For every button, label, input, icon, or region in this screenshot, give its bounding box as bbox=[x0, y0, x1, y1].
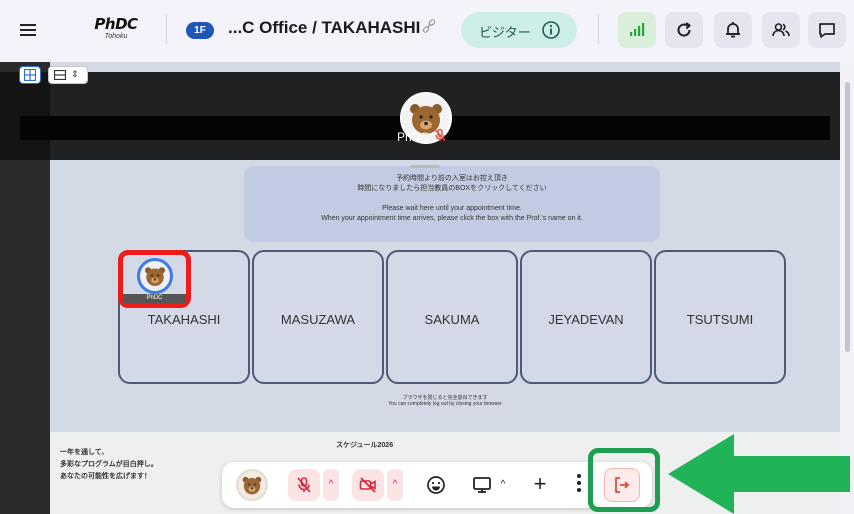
grid-view-button[interactable] bbox=[19, 66, 41, 84]
chat-button[interactable] bbox=[808, 12, 846, 48]
avatar-label: PhDC bbox=[123, 294, 186, 303]
chat-icon bbox=[819, 23, 835, 38]
notice-text: Please wait here until your appointment … bbox=[382, 205, 522, 212]
divider bbox=[598, 14, 599, 44]
professor-tiles: TAKAHASHI MASUZAWA SAKUMA JEYADEVAN TSUT… bbox=[118, 250, 838, 384]
add-button[interactable]: + bbox=[524, 469, 556, 501]
schedule-title: スケジュール2026 bbox=[336, 442, 394, 449]
notice-text: When your appointment time arrives, plea… bbox=[321, 215, 583, 222]
camera-toggle-button[interactable] bbox=[352, 469, 384, 501]
professor-box-masuzawa[interactable]: MASUZAWA bbox=[252, 250, 384, 384]
smile-icon bbox=[427, 476, 445, 494]
notice-text: 予約時間より前の入室はお控え頂き bbox=[396, 175, 508, 182]
highlight-red-box: PhDC bbox=[118, 250, 191, 308]
more-options-icon[interactable] bbox=[576, 474, 582, 496]
mic-off-icon bbox=[433, 128, 447, 147]
camera-off-icon bbox=[359, 477, 376, 493]
logo-sub: Tohoku bbox=[104, 33, 128, 40]
bear-avatar-icon bbox=[145, 267, 165, 286]
green-arrow-icon bbox=[668, 434, 850, 514]
hamburger-menu-icon[interactable] bbox=[20, 24, 36, 36]
camera-options-button[interactable]: ^ bbox=[387, 469, 403, 501]
link-icon[interactable] bbox=[421, 18, 437, 39]
reload-button[interactable] bbox=[665, 12, 703, 48]
signal-button[interactable] bbox=[618, 12, 656, 48]
scrollbar[interactable] bbox=[845, 82, 850, 352]
notification-button[interactable] bbox=[714, 12, 752, 48]
self-name: PhDC bbox=[397, 130, 430, 144]
professor-name: MASUZAWA bbox=[280, 312, 356, 327]
promo-line: 多彩なプログラムが目白押し。 bbox=[60, 461, 158, 468]
bear-avatar-icon bbox=[242, 476, 262, 495]
professor-box-jeyadevan[interactable]: JEYADEVAN bbox=[520, 250, 652, 384]
divider bbox=[166, 14, 167, 44]
reload-icon bbox=[677, 22, 692, 37]
mic-options-button[interactable]: ^ bbox=[323, 469, 339, 501]
people-icon bbox=[772, 23, 790, 37]
highlight-green-box bbox=[588, 448, 660, 512]
top-toolbar: PhDC Tohoku 1F ...C Office / TAKAHASHI ビ… bbox=[0, 0, 854, 62]
monitor-icon bbox=[473, 477, 491, 493]
notice-text: 時間になりましたら担当教員のBOXをクリックしてください bbox=[357, 185, 547, 192]
visitor-label: ビジター bbox=[479, 25, 531, 40]
professor-name: TSUTSUMI bbox=[686, 312, 754, 327]
promo-text: 一年を通して、 多彩なプログラムが目白押し。 あなたの可能性を広げます！ bbox=[60, 447, 158, 483]
layout-select[interactable]: ⇕ bbox=[48, 66, 88, 84]
visitor-button[interactable]: ビジター bbox=[461, 12, 577, 48]
signal-icon bbox=[630, 23, 645, 36]
screen-share-button[interactable] bbox=[466, 469, 498, 501]
professor-box-sakuma[interactable]: SAKUMA bbox=[386, 250, 518, 384]
floor-badge: 1F bbox=[186, 22, 214, 39]
bell-icon bbox=[726, 22, 740, 38]
participant-overlay: PhDC bbox=[0, 72, 840, 168]
professor-name: JEYADEVAN bbox=[548, 312, 624, 327]
grid-icon bbox=[24, 69, 36, 81]
promo-line: あなたの可能性を広げます！ bbox=[60, 473, 151, 480]
layout-icon bbox=[54, 70, 66, 80]
logo-main: PhDC bbox=[94, 15, 138, 33]
logo: PhDC Tohoku bbox=[86, 17, 146, 41]
logout-note: You can completely log out by closing yo… bbox=[388, 401, 502, 407]
professor-box-tsutsumi[interactable]: TSUTSUMI bbox=[654, 250, 786, 384]
promo-line: 一年を通して、 bbox=[60, 449, 109, 456]
notice-box: 予約時間より前の入室はお控え頂き 時間になりましたら担当教員のBOXをクリックし… bbox=[244, 166, 660, 242]
logout-note: ブラウザを閉じると完全退出できます bbox=[402, 395, 488, 401]
drag-handle[interactable] bbox=[410, 165, 440, 168]
professor-name: TAKAHASHI bbox=[147, 312, 221, 327]
mic-off-icon bbox=[297, 477, 311, 493]
updown-icon: ⇕ bbox=[71, 69, 79, 79]
mic-toggle-button[interactable] bbox=[288, 469, 320, 501]
reaction-button[interactable] bbox=[420, 469, 452, 501]
share-options-button[interactable]: ^ bbox=[496, 470, 510, 500]
room-title: ...C Office / TAKAHASHI bbox=[228, 18, 421, 37]
professor-name: SAKUMA bbox=[424, 312, 480, 327]
avatar-button[interactable] bbox=[236, 469, 268, 501]
participants-button[interactable] bbox=[762, 12, 800, 48]
avatar-in-box[interactable] bbox=[137, 258, 173, 294]
info-icon[interactable] bbox=[541, 20, 561, 45]
